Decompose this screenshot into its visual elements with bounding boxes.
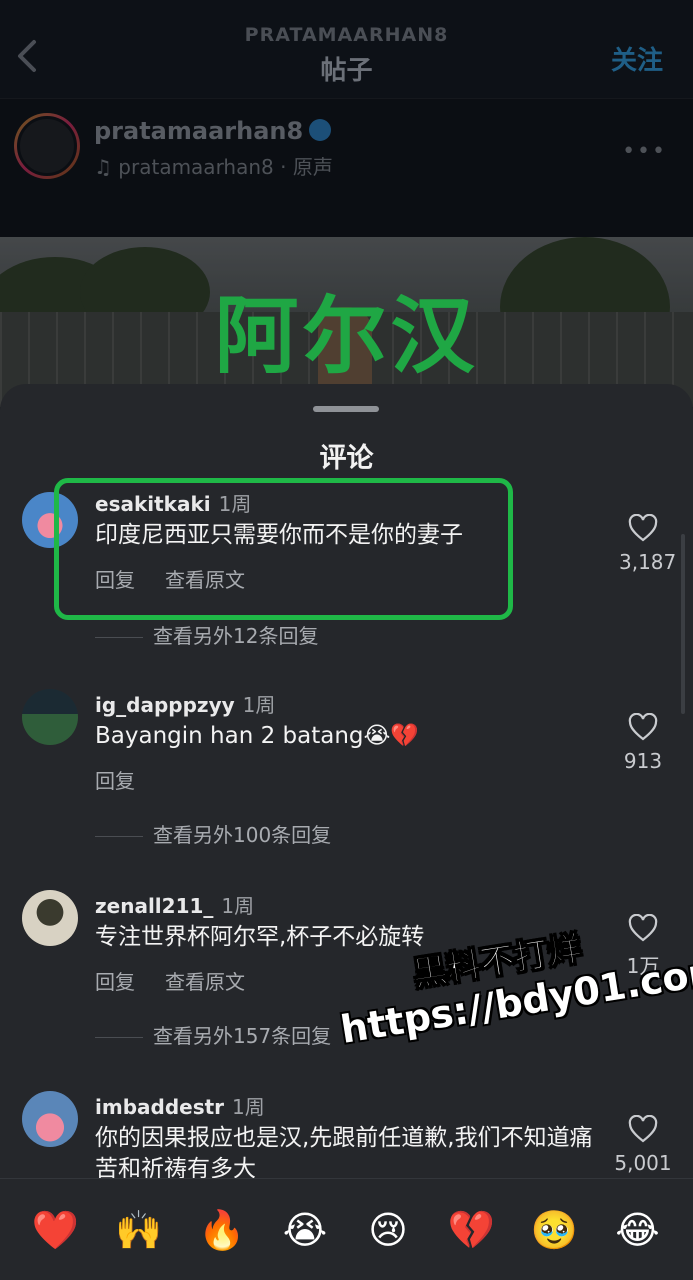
sound-row[interactable]: ♫ pratamaarhan8 · 原声 [94,151,333,180]
like-button[interactable]: 3,187 [619,514,677,574]
emoji-broken-heart[interactable]: 💔 [441,1200,501,1260]
comment-username[interactable]: imbaddestr [95,1095,224,1119]
video-preview[interactable]: 阿尔汉 [0,237,693,407]
view-more-replies-label: 查看另外100条回复 [153,823,332,847]
video-overlay-text: 阿尔汉 [214,287,479,385]
comment-header: ig_dapppzyy 1周 [95,689,275,718]
heart-icon [628,713,658,741]
comment-time: 1周 [242,693,276,717]
avatar[interactable] [22,890,78,946]
music-note-icon: ♫ [94,155,112,179]
author-avatar[interactable] [14,113,80,179]
emoji-heart[interactable]: ❤️ [26,1200,86,1260]
comment-header: imbaddestr 1周 [95,1091,265,1120]
view-more-replies[interactable]: 查看另外157条回复 [95,1020,331,1049]
emoji-crying[interactable]: 😢 [358,1200,418,1260]
view-more-replies-label: 查看另外157条回复 [153,1024,332,1048]
view-more-replies-label: 查看另外12条回复 [153,624,319,648]
comment-actions: 回复 [95,765,165,794]
emoji-holding-back-tears[interactable]: 🥹 [524,1200,584,1260]
emoji-loudly-crying[interactable]: 😭 [275,1200,335,1260]
author-name-row[interactable]: pratamaarhan8 [94,117,332,145]
avatar[interactable] [22,689,78,745]
comment-item: ig_dapppzyy 1周 Bayangin han 2 batang😭💔 回复… [0,689,693,847]
comment-text: Bayangin han 2 batang😭💔 [95,723,420,749]
sheet-grabber[interactable] [313,406,379,412]
follow-button[interactable]: 关注 [611,40,663,77]
highlight-box [54,478,513,620]
like-count: 913 [623,749,663,773]
reply-button[interactable]: 回复 [95,769,135,793]
emoji-tears-of-joy[interactable]: 😂 [607,1200,667,1260]
like-count: 3,187 [619,550,677,574]
reply-button[interactable]: 回复 [95,970,135,994]
post-header: pratamaarhan8 ♫ pratamaarhan8 · 原声 ••• [0,98,693,238]
like-button[interactable]: 5,001 [608,1115,678,1175]
view-more-replies[interactable]: 查看另外12条回复 [95,620,318,649]
comment-actions: 回复 查看原文 [95,966,275,995]
heart-icon [628,1115,658,1143]
comment-text: 你的因果报应也是汉,先跟前任道歉,我们不知道痛苦和祈祷有多大 [95,1125,593,1182]
comment-header: zenall211_ 1周 [95,890,254,919]
emoji-fire[interactable]: 🔥 [192,1200,252,1260]
comment-username[interactable]: ig_dapppzyy [95,693,235,717]
emoji-raised-hands[interactable]: 🙌 [109,1200,169,1260]
page-title: 帖子 [320,56,373,86]
view-original-button[interactable]: 查看原文 [165,970,245,994]
verified-badge-icon [309,119,332,141]
like-count: 5,001 [614,1151,672,1175]
heart-icon [628,514,658,542]
sheet-title: 评论 [319,443,374,474]
like-button[interactable]: 913 [619,713,667,773]
emoji-bar: ❤️ 🙌 🔥 😭 😢 💔 🥹 😂 [0,1178,693,1280]
comment-time: 1周 [221,894,255,918]
top-header: PRATAMAARHAN8 帖子 关注 [0,0,693,98]
more-options-icon[interactable]: ••• [622,139,667,164]
sound-label: pratamaarhan8 · 原声 [118,155,333,179]
comment-item: imbaddestr 1周 你的因果报应也是汉,先跟前任道歉,我们不知道痛苦和祈祷… [0,1091,693,1191]
view-more-replies[interactable]: 查看另外100条回复 [95,819,331,848]
comment-time: 1周 [232,1095,265,1119]
avatar[interactable] [22,1091,78,1147]
header-username: PRATAMAARHAN8 [244,24,449,46]
comment-username[interactable]: zenall211_ [95,894,213,918]
author-name[interactable]: pratamaarhan8 [94,117,303,145]
